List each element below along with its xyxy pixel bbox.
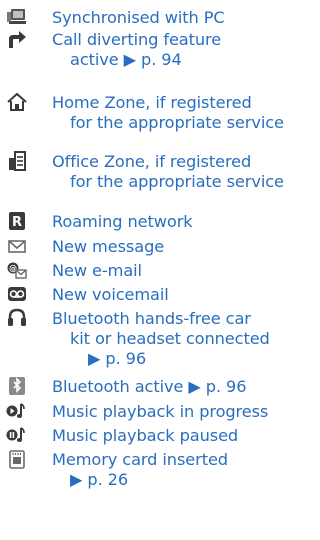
call-divert-icon [9, 31, 26, 48]
music-paused-icon [6, 427, 25, 442]
voicemail-icon [8, 287, 26, 301]
list-item-text: Music playback in progress [52, 402, 269, 421]
list-item-text: Roaming network [52, 212, 193, 231]
svg-text:R: R [12, 215, 22, 230]
pc-sync-icon [7, 9, 26, 24]
list-item-text: Office Zone, if registered for the appro… [52, 152, 284, 191]
list-item-text: Bluetooth active ▶ p. 96 [52, 377, 247, 396]
list-item-text: Call diverting feature active ▶ p. 94 [52, 30, 222, 69]
list-item-text: Home Zone, if registered for the appropr… [52, 93, 284, 132]
headset-icon [8, 308, 26, 326]
list-item-text: Bluetooth hands-free car kit or headset … [52, 309, 270, 368]
office-zone-icon [9, 151, 26, 171]
roaming-icon: R [9, 212, 25, 230]
list-item-text: New message [52, 237, 165, 256]
envelope-icon [8, 240, 26, 253]
list-item-text: New e-mail [52, 261, 142, 280]
home-zone-icon [7, 92, 27, 111]
music-playing-icon [6, 403, 25, 418]
email-icon: @ [7, 262, 27, 279]
list-item-text: Music playback paused [52, 426, 239, 445]
status-icon-list: Synchronised with PC Call diverting feat… [0, 0, 311, 540]
list-item-text: Memory card inserted ▶ p. 26 [52, 450, 228, 489]
bluetooth-icon [9, 377, 25, 395]
list-item-text: Synchronised with PC [52, 8, 225, 27]
list-item-text: New voicemail [52, 285, 169, 304]
memory-card-icon [9, 450, 25, 469]
